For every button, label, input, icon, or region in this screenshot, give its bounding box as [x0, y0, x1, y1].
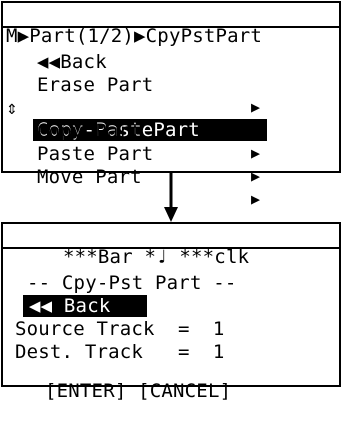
submenu-arrow-icon: ▶ [251, 190, 261, 208]
menu-item-label: Move Part [37, 166, 142, 188]
menu-item-erase-part[interactable]: Erase Part ▶ [3, 52, 339, 116]
lcd-screen-copy-paste: ***Bar *♩ ***clk -- Cpy-Pst Part -- ◀◀ B… [1, 222, 341, 402]
footer-row: [ENTER] [CANCEL] [3, 358, 339, 402]
dest-track-row[interactable]: Dest. Track = 1 [3, 319, 339, 363]
source-track-row[interactable]: Source Track = 1 [3, 296, 339, 340]
status-header: ***Bar *♩ ***clk [3, 224, 339, 268]
back-row[interactable]: ◀◀ Back [3, 273, 339, 317]
menu-item-back[interactable]: ◀◀Back [3, 29, 339, 73]
enter-cancel-prompt[interactable]: [ENTER] [CANCEL] [45, 380, 231, 402]
submenu-arrow-icon: ▶ [251, 167, 261, 185]
lcd-screen-menu: M▶Part(1/2)▶CpyPstPart ◀◀Back Erase Part… [1, 1, 341, 208]
menu-item-paste-part[interactable]: Paste Part ▶ [3, 121, 339, 185]
menu-item-copy-part[interactable]: Copy Part ▶ [3, 98, 339, 162]
menu-item-move-part[interactable]: Move Part ▶ [3, 144, 339, 208]
down-arrow-icon [164, 173, 178, 222]
menu-item-copy-paste-part[interactable]: ⇕ Copy-PastePart ▶ [3, 75, 339, 161]
screen-title-row: -- Cpy-Pst Part -- [3, 250, 339, 294]
menu-breadcrumb-header: M▶Part(1/2)▶CpyPstPart [3, 3, 339, 47]
